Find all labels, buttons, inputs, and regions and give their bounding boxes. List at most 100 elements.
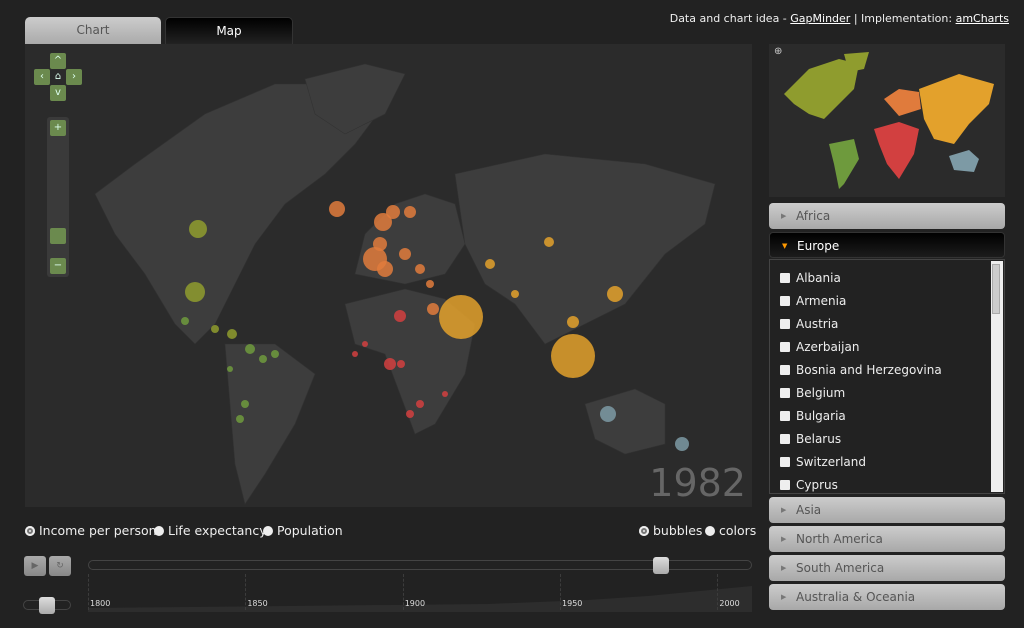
country-bubble[interactable] (236, 415, 244, 423)
checkbox[interactable] (780, 388, 790, 398)
country-bubble[interactable] (406, 410, 414, 418)
checkbox[interactable] (780, 296, 790, 306)
country-bubble[interactable] (384, 358, 396, 370)
country-bubble[interactable] (189, 220, 207, 238)
zoom-in-button[interactable]: + (50, 120, 66, 136)
tick-line (560, 574, 562, 610)
country-bubble[interactable] (245, 344, 255, 354)
south-america-shape (224, 343, 316, 505)
tick-line (88, 574, 89, 610)
checkbox[interactable] (780, 434, 790, 444)
country-bubble[interactable] (485, 259, 495, 269)
country-item[interactable]: Bulgaria (780, 409, 846, 423)
zoom-slider[interactable]: + − (47, 117, 69, 277)
amcharts-link[interactable]: amCharts (956, 12, 1009, 25)
list-scrollbar-thumb[interactable] (992, 264, 1000, 314)
country-bubble[interactable] (415, 264, 425, 274)
region-header-north-america[interactable]: ▶ North America (769, 526, 1005, 552)
radio-life-expectancy[interactable]: Life expectancy (154, 523, 267, 538)
radio-bubbles[interactable]: bubbles (639, 523, 702, 538)
checkbox[interactable] (780, 342, 790, 352)
country-item[interactable]: Albania (780, 271, 841, 285)
year-slider-thumb[interactable] (652, 557, 669, 574)
country-bubble[interactable] (241, 400, 249, 408)
country-bubble[interactable] (397, 360, 405, 368)
country-bubble[interactable] (227, 366, 233, 372)
country-label: Armenia (796, 294, 847, 308)
country-bubble[interactable] (227, 329, 237, 339)
region-label: South America (796, 561, 885, 575)
country-bubble[interactable] (416, 400, 424, 408)
country-bubble[interactable] (211, 325, 219, 333)
pan-right-button[interactable]: › (66, 69, 82, 85)
tick-line (245, 574, 247, 610)
country-bubble[interactable] (362, 341, 368, 347)
europe-country-list[interactable]: Albania Armenia Austria Azerbaijan Bosnia an… (769, 259, 1005, 494)
region-header-africa[interactable]: ▶ Africa (769, 203, 1005, 229)
country-bubble[interactable] (377, 261, 393, 277)
loop-button[interactable]: ↻ (49, 556, 71, 576)
checkbox[interactable] (780, 273, 790, 283)
radio-population[interactable]: Population (263, 523, 343, 538)
checkbox[interactable] (780, 480, 790, 490)
country-bubble[interactable] (329, 201, 345, 217)
country-item[interactable]: Cyprus (780, 478, 838, 492)
country-bubble[interactable] (259, 355, 267, 363)
country-bubble[interactable] (439, 295, 483, 339)
country-bubble[interactable] (600, 406, 616, 422)
country-bubble[interactable] (544, 237, 554, 247)
radio-colors[interactable]: colors (705, 523, 756, 538)
zoom-icon[interactable]: ⊕ (774, 46, 782, 57)
country-item[interactable]: Azerbaijan (780, 340, 859, 354)
tick-label: 1900 (404, 599, 426, 608)
country-item[interactable]: Armenia (780, 294, 846, 308)
country-bubble[interactable] (511, 290, 519, 298)
radio-label: bubbles (653, 523, 703, 538)
country-bubble[interactable] (352, 351, 358, 357)
minimap[interactable]: ⊕ (769, 44, 1005, 197)
region-header-asia[interactable]: ▶ Asia (769, 497, 1005, 523)
country-item[interactable]: Belarus (780, 432, 841, 446)
checkbox[interactable] (780, 319, 790, 329)
country-bubble[interactable] (386, 205, 400, 219)
country-bubble[interactable] (567, 316, 579, 328)
country-bubble[interactable] (404, 206, 416, 218)
play-button[interactable]: ▶ (24, 556, 46, 576)
region-header-europe[interactable]: ▼ Europe (769, 232, 1005, 258)
country-bubble[interactable] (427, 303, 439, 315)
pan-down-button[interactable]: v (50, 85, 66, 101)
pan-up-button[interactable]: ^ (50, 53, 66, 69)
country-bubble[interactable] (399, 248, 411, 260)
country-item[interactable]: Austria (780, 317, 838, 331)
tick-line (402, 574, 404, 610)
checkbox[interactable] (780, 457, 790, 467)
country-bubble[interactable] (442, 391, 448, 397)
country-bubble[interactable] (426, 280, 434, 288)
checkbox[interactable] (780, 411, 790, 421)
region-header-australia-oceania[interactable]: ▶ Australia & Oceania (769, 584, 1005, 610)
home-button[interactable]: ⌂ (50, 69, 66, 85)
tab-chart[interactable]: Chart (25, 17, 161, 44)
checkbox[interactable] (780, 365, 790, 375)
list-scrollbar[interactable] (991, 261, 1003, 492)
region-header-south-america[interactable]: ▶ South America (769, 555, 1005, 581)
country-bubble[interactable] (181, 317, 189, 325)
country-item[interactable]: Belgium (780, 386, 845, 400)
country-bubble[interactable] (185, 282, 205, 302)
world-map[interactable]: ^ ‹ ⌂ › v + − 1982 (25, 44, 752, 507)
zoom-thumb[interactable] (50, 228, 66, 244)
country-bubble[interactable] (271, 350, 279, 358)
tab-map[interactable]: Map (165, 17, 293, 44)
country-bubble[interactable] (394, 310, 406, 322)
country-item[interactable]: Bosnia and Herzegovina (780, 363, 942, 377)
country-label: Bulgaria (796, 409, 846, 423)
gapminder-link[interactable]: GapMinder (790, 12, 850, 25)
country-bubble[interactable] (551, 334, 595, 378)
country-bubble[interactable] (607, 286, 623, 302)
country-item[interactable]: Switzerland (780, 455, 866, 469)
speed-slider-thumb[interactable] (39, 597, 55, 614)
country-bubble[interactable] (675, 437, 689, 451)
pan-left-button[interactable]: ‹ (34, 69, 50, 85)
radio-income[interactable]: Income per person (25, 523, 157, 538)
zoom-out-button[interactable]: − (50, 258, 66, 274)
